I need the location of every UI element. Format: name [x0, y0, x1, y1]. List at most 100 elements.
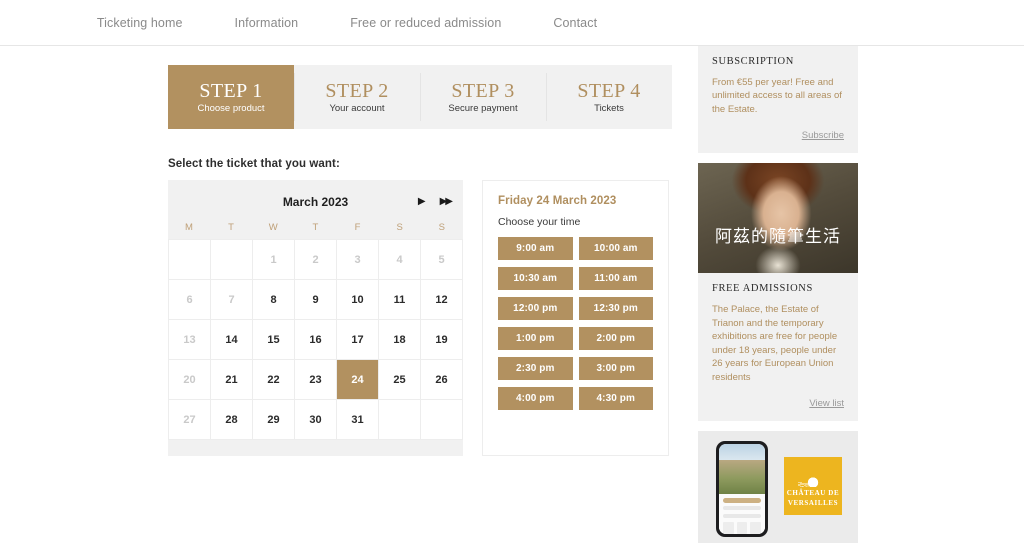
calendar-day-cell[interactable]: 15: [253, 320, 295, 360]
portrait-painting-graphic: [698, 163, 858, 274]
next-year-icon[interactable]: ▶▶: [440, 197, 453, 207]
time-slot-button[interactable]: 11:00 am: [578, 267, 653, 290]
time-slot-button[interactable]: 12:00 pm: [498, 297, 573, 320]
calendar-month-title: March 2023: [282, 195, 349, 209]
sun-icon: [798, 465, 828, 488]
weekday-sun: S: [438, 221, 446, 233]
free-admissions-card: 阿茲的隨筆生活 FREE ADMISSIONS The Palace, the …: [698, 163, 858, 422]
weekday-mon: M: [184, 221, 194, 233]
phone-sky: [719, 444, 765, 461]
subscribe-link[interactable]: Subscribe: [712, 130, 844, 141]
calendar-cell-empty: [379, 400, 421, 440]
time-slot-button[interactable]: 2:30 pm: [498, 357, 573, 380]
time-slot-button[interactable]: 12:30 pm: [578, 297, 653, 320]
time-slot-button[interactable]: 10:30 am: [498, 267, 573, 290]
time-slot-button[interactable]: 1:00 pm: [498, 327, 573, 350]
step-3-title: STEP 3: [451, 79, 515, 102]
calendar-day-cell[interactable]: 29: [253, 400, 295, 440]
calendar-day-cell[interactable]: 11: [379, 280, 421, 320]
logo-line-2: VERSAILLES: [787, 499, 839, 508]
calendar-day-cell: 3: [337, 240, 379, 280]
phone-screen: [719, 444, 765, 535]
choose-time-label: Choose your time: [498, 216, 581, 228]
portrait-image: 阿茲的隨筆生活: [698, 163, 858, 274]
phone-mockup-icon: [716, 441, 768, 538]
calendar-day-cell: 5: [421, 240, 463, 280]
calendar-day-cell[interactable]: 31: [337, 400, 379, 440]
calendar-day-cell[interactable]: 16: [295, 320, 337, 360]
time-slot-button[interactable]: 4:00 pm: [498, 387, 573, 410]
subscription-body: From €55 per year! Free and unlimited ac…: [712, 77, 842, 115]
step-2-your-account[interactable]: STEP 2 Your account: [294, 65, 420, 129]
weekday-fri: F: [354, 221, 361, 233]
nav-link-contact[interactable]: Contact: [553, 16, 597, 30]
subscription-title: SUBSCRIPTION: [712, 56, 794, 67]
app-promo-card[interactable]: CHÂTEAU DE VERSAILLES: [698, 431, 858, 544]
logo-line-1: CHÂTEAU DE: [786, 489, 840, 498]
main-content: STEP 1 Choose product STEP 2 Your accoun…: [0, 46, 698, 456]
calendar-day-cell[interactable]: 19: [421, 320, 463, 360]
calendar-day-cell[interactable]: 25: [379, 360, 421, 400]
calendar-day-cell: 4: [379, 240, 421, 280]
chateau-de-versailles-logo: CHÂTEAU DE VERSAILLES: [784, 457, 842, 516]
sidebar: SUBSCRIPTION From €55 per year! Free and…: [698, 46, 1024, 553]
calendar-day-cell: 13: [169, 320, 211, 360]
time-slot-button[interactable]: 9:00 am: [498, 237, 573, 260]
nav-link-ticketing-home[interactable]: Ticketing home: [97, 16, 183, 30]
nav-link-free-or-reduced-admission[interactable]: Free or reduced admission: [350, 16, 501, 30]
calendar-day-cell[interactable]: 17: [337, 320, 379, 360]
step-3-secure-payment[interactable]: STEP 3 Secure payment: [420, 65, 546, 129]
app-promo-graphic: CHÂTEAU DE VERSAILLES: [698, 431, 858, 544]
calendar-day-cell: 2: [295, 240, 337, 280]
step-2-subtitle: Your account: [329, 102, 385, 114]
calendar-day-cell[interactable]: 18: [379, 320, 421, 360]
calendar-day-cell: 6: [169, 280, 211, 320]
weekday-tue: T: [228, 221, 235, 233]
calendar-day-cell[interactable]: 10: [337, 280, 379, 320]
watermark-text: 阿茲的隨筆生活: [715, 227, 841, 247]
calendar-day-cell[interactable]: 23: [295, 360, 337, 400]
time-slot-button[interactable]: 3:00 pm: [578, 357, 653, 380]
calendar-day-cell[interactable]: 22: [253, 360, 295, 400]
phone-body: [719, 494, 765, 535]
calendar-day-cell[interactable]: 26: [421, 360, 463, 400]
select-ticket-label: Select the ticket that you want:: [168, 158, 340, 170]
step-1-choose-product[interactable]: STEP 1 Choose product: [168, 65, 294, 129]
next-month-icon[interactable]: ▶: [418, 197, 426, 207]
phone-cta-pill: [723, 498, 761, 504]
calendar-cell-empty: [211, 240, 253, 280]
calendar-day-cell[interactable]: 8: [253, 280, 295, 320]
time-slot-button[interactable]: 2:00 pm: [578, 327, 653, 350]
time-slot-grid: 9:00 am 10:00 am 10:30 am 11:00 am 12:00 pm 1…: [498, 237, 653, 410]
calendar-day-cell[interactable]: 21: [211, 360, 253, 400]
calendar-header: March 2023 ▶ ▶▶: [168, 189, 463, 215]
free-admissions-body: The Palace, the Estate of Trianon and th…: [712, 304, 838, 383]
time-slot-panel: Friday 24 March 2023 Choose your time 9:…: [482, 180, 669, 456]
calendar-nav: ▶ ▶▶: [418, 197, 453, 207]
step-1-subtitle: Choose product: [197, 102, 265, 114]
view-list-link[interactable]: View list: [712, 398, 844, 409]
calendar-day-cell[interactable]: 24: [337, 360, 379, 400]
step-1-title: STEP 1: [199, 79, 263, 102]
time-slot-button[interactable]: 4:30 pm: [578, 387, 653, 410]
phone-line: [723, 506, 761, 511]
calendar-day-cell[interactable]: 28: [211, 400, 253, 440]
time-slot-button[interactable]: 10:00 am: [578, 237, 653, 260]
calendar-day-cell[interactable]: 9: [295, 280, 337, 320]
step-2-title: STEP 2: [325, 79, 389, 102]
calendar-grid: 1 2 3 4 5 6 7 8 9 10 11 12 13 14 15 16 17 18 19 20 21 22 23 24 2…: [168, 239, 463, 440]
calendar: March 2023 ▶ ▶▶ M T W T F S S 1234567891…: [168, 180, 463, 456]
calendar-day-cell: 27: [169, 400, 211, 440]
calendar-day-cell[interactable]: 12: [421, 280, 463, 320]
phone-photo: [719, 460, 765, 495]
calendar-day-cell[interactable]: 14: [211, 320, 253, 360]
nav-link-information[interactable]: Information: [235, 16, 299, 30]
phone-tile: [723, 522, 734, 535]
weekday-thu: T: [312, 221, 319, 233]
calendar-weekday-row: M T W T F S S: [168, 215, 463, 239]
step-4-tickets[interactable]: STEP 4 Tickets: [546, 65, 672, 129]
calendar-day-cell[interactable]: 30: [295, 400, 337, 440]
weekday-wed: W: [268, 221, 278, 233]
weekday-sat: S: [396, 221, 404, 233]
free-admissions-body-wrap: FREE ADMISSIONS The Palace, the Estate o…: [698, 273, 858, 421]
